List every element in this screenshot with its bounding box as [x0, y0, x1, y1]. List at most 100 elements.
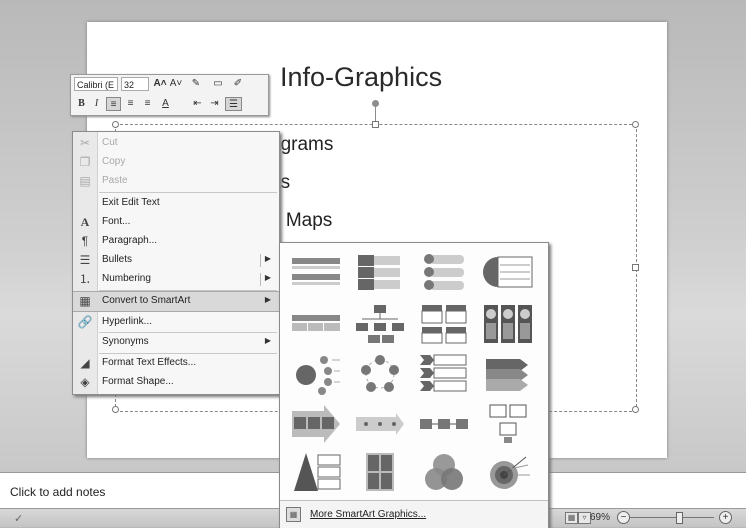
- menu-item-format-shape[interactable]: ◈ Format Shape...: [73, 373, 279, 392]
- format-painter-icon[interactable]: ✐: [231, 77, 245, 91]
- format-shape-icon: ◈: [80, 375, 90, 389]
- menu-item-label: Hyperlink...: [102, 316, 153, 327]
- more-smartart-graphics-link[interactable]: More SmartArt Graphics...: [310, 509, 426, 520]
- smartart-icon: ▦: [79, 294, 91, 308]
- gallery-footer: ▦ More SmartArt Graphics...: [280, 500, 548, 528]
- menu-item-label: Exit Edit Text: [102, 197, 160, 208]
- menu-item-exit-edit-text[interactable]: Exit Edit Text: [73, 194, 279, 213]
- menu-item-label: Paste: [102, 175, 128, 186]
- text-effects-icon: ◢: [80, 356, 90, 370]
- smartart-icon: ▦: [286, 507, 301, 522]
- menu-item-paragraph[interactable]: ¶ Paragraph...: [73, 232, 279, 251]
- paragraph-icon: ¶: [81, 234, 89, 248]
- decrease-indent-icon[interactable]: ⇤: [190, 97, 205, 111]
- menu-item-synonyms[interactable]: Synonyms ▶: [73, 333, 279, 352]
- rotation-handle-line: [375, 106, 376, 122]
- align-right-icon[interactable]: ≡: [140, 97, 155, 111]
- smartart-matrix[interactable]: [352, 449, 408, 495]
- menu-item-label: Synonyms: [102, 336, 149, 347]
- smartart-vertical-chevron-list[interactable]: [416, 351, 472, 397]
- resize-handle-top-left[interactable]: [112, 121, 119, 128]
- menu-item-label: Convert to SmartArt: [102, 295, 191, 306]
- hyperlink-icon: 🔗: [77, 315, 93, 329]
- copy-icon: ❐: [79, 155, 91, 169]
- smartart-picture-grid[interactable]: [480, 401, 536, 447]
- grow-font-button[interactable]: A˄: [153, 77, 167, 91]
- resize-handle-bottom-left[interactable]: [112, 406, 119, 413]
- menu-item-label: Cut: [102, 137, 118, 148]
- menu-item-copy[interactable]: ❐ Copy: [73, 153, 279, 172]
- smartart-hierarchy[interactable]: [352, 301, 408, 347]
- slide-sorter-view-icon[interactable]: ▦: [565, 512, 578, 524]
- smartart-labeled-list[interactable]: [416, 301, 472, 347]
- resize-handle-top[interactable]: [372, 121, 379, 128]
- submenu-arrow-icon: ▶: [264, 273, 271, 282]
- smartart-stacked-list[interactable]: [352, 249, 408, 295]
- italic-button[interactable]: I: [90, 97, 103, 111]
- menu-separator: [99, 192, 277, 193]
- menu-item-label: Paragraph...: [102, 235, 158, 246]
- paste-icon: ▤: [79, 174, 91, 188]
- slide-title[interactable]: Info-Graphics: [280, 62, 442, 93]
- smartart-basic-cycle[interactable]: [352, 351, 408, 397]
- notes-placeholder: Click to add notes: [10, 485, 106, 499]
- font-color-button[interactable]: A: [158, 97, 173, 111]
- submenu-arrow-icon: ▶: [264, 336, 271, 345]
- zoom-in-icon[interactable]: +: [719, 511, 732, 524]
- smartart-vertical-box-list[interactable]: [416, 249, 472, 295]
- font-name-box[interactable]: Calibri (E: [74, 77, 118, 91]
- menu-item-label: Numbering: [102, 273, 151, 284]
- smartart-vertical-arrow-list[interactable]: [480, 351, 536, 397]
- menu-item-bullets[interactable]: ☰ Bullets ▶: [73, 251, 279, 270]
- menu-item-format-text-effects[interactable]: ◢ Format Text Effects...: [73, 354, 279, 373]
- menu-item-cut[interactable]: ✂ Cut: [73, 134, 279, 153]
- resize-handle-right[interactable]: [632, 264, 639, 271]
- smartart-gallery: ▦ More SmartArt Graphics...: [279, 242, 549, 528]
- font-icon: A: [80, 215, 90, 229]
- numbering-icon: ⒈: [78, 272, 91, 286]
- menu-item-label: Copy: [102, 156, 126, 167]
- spell-check-icon[interactable]: ✓: [14, 512, 26, 525]
- bullets-icon: ☰: [79, 253, 91, 267]
- resize-handle-bottom-right[interactable]: [632, 406, 639, 413]
- submenu-divider: [260, 254, 261, 267]
- fill-color-icon[interactable]: ▭: [209, 77, 227, 91]
- bold-button[interactable]: B: [75, 97, 88, 111]
- smartart-radial-cluster[interactable]: [288, 351, 344, 397]
- highlight-icon[interactable]: ✎: [187, 77, 205, 91]
- submenu-arrow-icon: ▶: [264, 295, 271, 304]
- smartart-table-list[interactable]: [288, 301, 344, 347]
- submenu-divider: [260, 273, 261, 286]
- rotation-handle[interactable]: [372, 100, 379, 107]
- font-size-box[interactable]: 32: [121, 77, 149, 91]
- bullets-icon[interactable]: ☰: [225, 97, 242, 111]
- smartart-picture-list[interactable]: [480, 301, 536, 347]
- smartart-venn[interactable]: [416, 449, 472, 495]
- smartart-pyramid[interactable]: [288, 449, 344, 495]
- smartart-step-process[interactable]: [416, 401, 472, 447]
- smartart-target[interactable]: [480, 449, 536, 495]
- menu-item-hyperlink[interactable]: 🔗 Hyperlink...: [73, 313, 279, 332]
- align-center-icon[interactable]: ≡: [123, 97, 138, 111]
- submenu-arrow-icon: ▶: [264, 254, 271, 263]
- increase-indent-icon[interactable]: ⇥: [207, 97, 222, 111]
- zoom-slider-track[interactable]: [630, 517, 714, 518]
- zoom-slider-thumb[interactable]: [676, 512, 683, 524]
- scissors-icon: ✂: [79, 136, 91, 150]
- menu-item-convert-to-smartart[interactable]: ▦ Convert to SmartArt ▶: [73, 291, 279, 312]
- shrink-font-button[interactable]: A˅: [169, 77, 183, 91]
- menu-item-label: Font...: [102, 216, 131, 227]
- menu-item-font[interactable]: A Font...: [73, 213, 279, 232]
- menu-item-label: Format Text Effects...: [102, 357, 197, 368]
- context-menu: ✂ Cut ❐ Copy ▤ Paste Exit Edit Text A Fo…: [72, 131, 280, 395]
- smartart-vertical-bullet-list[interactable]: [288, 249, 344, 295]
- resize-handle-top-right[interactable]: [632, 121, 639, 128]
- zoom-out-icon[interactable]: −: [617, 511, 630, 524]
- menu-item-paste[interactable]: ▤ Paste: [73, 172, 279, 191]
- zoom-level[interactable]: 69%: [590, 512, 610, 523]
- align-left-icon[interactable]: ≡: [106, 97, 121, 111]
- smartart-horizontal-bullet-list[interactable]: [480, 249, 536, 295]
- menu-item-numbering[interactable]: ⒈ Numbering ▶: [73, 270, 279, 289]
- smartart-basic-process[interactable]: [288, 401, 344, 447]
- smartart-arrow-process[interactable]: [352, 401, 408, 447]
